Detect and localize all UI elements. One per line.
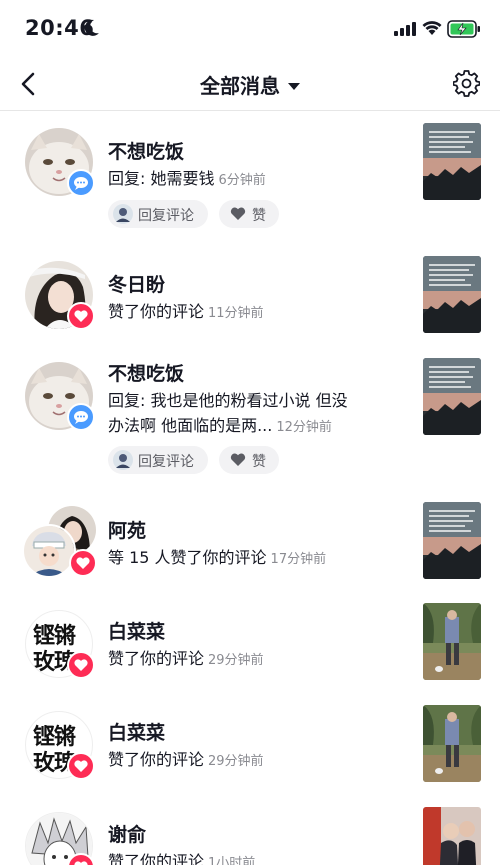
title-dropdown[interactable]: 全部消息 bbox=[0, 70, 500, 99]
user-name[interactable]: 阿苑 bbox=[108, 516, 146, 543]
reply-comment-button[interactable]: 回复评论 bbox=[108, 200, 208, 228]
caret-down-icon bbox=[288, 83, 300, 90]
user-name[interactable]: 冬日盼 bbox=[108, 270, 165, 297]
heart-icon bbox=[230, 207, 246, 220]
list-item[interactable]: 不想吃饭 回复: 她需要钱 6分钟前 回复评论 赞 bbox=[0, 110, 500, 245]
like-badge bbox=[67, 651, 95, 679]
comment-badge bbox=[67, 403, 95, 431]
timestamp: 29分钟前 bbox=[208, 754, 264, 769]
heart-icon bbox=[74, 760, 88, 772]
message-text: 赞了你的评论 29分钟前 bbox=[108, 750, 264, 769]
message-text: 赞了你的评论 1小时前 bbox=[108, 849, 383, 865]
list-item[interactable]: 不想吃饭 回复: 我也是他的粉看过小说 但没 办法啊 他面临的是两... 12分钟… bbox=[0, 345, 500, 490]
like-badge bbox=[67, 752, 95, 780]
timestamp: 6分钟前 bbox=[218, 173, 266, 188]
user-name[interactable]: 谢俞 bbox=[108, 820, 146, 847]
like-badge bbox=[67, 302, 95, 330]
comment-bubble-icon bbox=[74, 177, 88, 190]
timestamp: 12分钟前 bbox=[276, 420, 332, 435]
heart-icon bbox=[74, 310, 88, 322]
message-text: 回复: 她需要钱 6分钟前 bbox=[108, 169, 266, 188]
my-avatar-icon bbox=[113, 204, 133, 224]
video-thumbnail[interactable] bbox=[423, 358, 481, 435]
list-item[interactable]: 铿锵 玫瑰 白菜菜 赞了你的评论 29分钟前 bbox=[0, 590, 500, 692]
heart-icon bbox=[74, 659, 88, 671]
nav-bar: 全部消息 bbox=[0, 58, 500, 111]
list-item[interactable]: 铿锵 玫瑰 白菜菜 赞了你的评论 29分钟前 bbox=[0, 692, 500, 794]
list-item[interactable]: 阿苑 等 15 人赞了你的评论 17分钟前 bbox=[0, 490, 500, 590]
message-text: 赞了你的评论 11分钟前 bbox=[108, 302, 264, 321]
status-bar: 20:46 bbox=[0, 0, 500, 58]
message-text: 等 15 人赞了你的评论 17分钟前 bbox=[108, 548, 327, 567]
comment-bubble-icon bbox=[74, 411, 88, 424]
signal-icon bbox=[394, 22, 416, 36]
like-button[interactable]: 赞 bbox=[219, 200, 279, 228]
comment-badge bbox=[67, 169, 95, 197]
like-badge bbox=[69, 549, 97, 577]
user-name[interactable]: 不想吃饭 bbox=[108, 359, 184, 386]
list-item[interactable]: 谢俞 赞了你的评论 1小时前 bbox=[0, 794, 500, 865]
message-text: 赞了你的评论 29分钟前 bbox=[108, 649, 264, 668]
my-avatar-icon bbox=[113, 450, 133, 470]
gear-icon[interactable] bbox=[453, 70, 480, 97]
video-thumbnail[interactable] bbox=[423, 256, 481, 333]
heart-icon bbox=[230, 453, 246, 466]
timestamp: 1小时前 bbox=[208, 856, 256, 865]
video-thumbnail[interactable] bbox=[423, 603, 481, 680]
timestamp: 11分钟前 bbox=[208, 306, 264, 321]
user-name[interactable]: 不想吃饭 bbox=[108, 137, 184, 164]
video-thumbnail[interactable] bbox=[423, 502, 481, 579]
list-item[interactable]: 冬日盼 赞了你的评论 11分钟前 bbox=[0, 245, 500, 345]
like-badge bbox=[67, 853, 95, 865]
video-thumbnail[interactable] bbox=[423, 705, 481, 782]
timestamp: 29分钟前 bbox=[208, 653, 264, 668]
user-name[interactable]: 白菜菜 bbox=[108, 718, 165, 745]
battery-charging-icon bbox=[447, 20, 480, 38]
heart-icon bbox=[74, 861, 88, 865]
wifi-icon bbox=[422, 21, 442, 35]
message-text: 回复: 我也是他的粉看过小说 但没 办法啊 他面临的是两... 12分钟前 bbox=[108, 391, 348, 435]
video-thumbnail[interactable] bbox=[423, 123, 481, 200]
timestamp: 17分钟前 bbox=[270, 552, 327, 567]
user-name[interactable]: 白菜菜 bbox=[108, 617, 165, 644]
avatar bbox=[22, 524, 76, 578]
heart-icon bbox=[76, 557, 90, 569]
page-title: 全部消息 bbox=[200, 74, 280, 98]
video-thumbnail[interactable] bbox=[423, 807, 481, 865]
like-button[interactable]: 赞 bbox=[219, 446, 279, 474]
moon-icon bbox=[84, 19, 99, 36]
reply-comment-button[interactable]: 回复评论 bbox=[108, 446, 208, 474]
